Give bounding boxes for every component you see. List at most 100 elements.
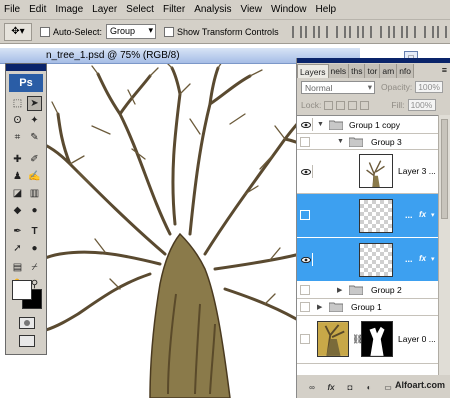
lasso-tool-icon[interactable]: ʘ: [10, 113, 25, 128]
menu-filter[interactable]: Filter: [163, 4, 185, 15]
align-hcenter-icon[interactable]: [348, 25, 359, 38]
collapse-triangle-icon[interactable]: ▶: [337, 286, 342, 294]
layer-row-selected-2[interactable]: ... fx ▾: [297, 238, 439, 282]
align-vcenter-icon[interactable]: [304, 25, 315, 38]
visibility-toggle[interactable]: [300, 137, 310, 147]
menu-analysis[interactable]: Analysis: [194, 4, 231, 15]
blur-tool-icon[interactable]: ◆: [10, 203, 25, 218]
auto-select-dropdown[interactable]: Group: [106, 24, 157, 39]
visibility-toggle[interactable]: [300, 334, 310, 344]
scrollbar-thumb[interactable]: [441, 119, 448, 219]
collapse-triangle-icon[interactable]: ▶: [317, 303, 322, 311]
menu-file[interactable]: File: [4, 4, 20, 15]
align-bottom-icon[interactable]: [317, 25, 328, 38]
align-left-icon[interactable]: [335, 25, 346, 38]
tools-palette-titlebar[interactable]: [6, 64, 46, 71]
link-layers-icon[interactable]: ∞: [305, 381, 319, 393]
layer-row-group-1-copy[interactable]: ▼ Group 1 copy: [297, 116, 439, 134]
fx-icon[interactable]: fx: [419, 254, 426, 263]
layers-scrollbar[interactable]: [438, 115, 450, 375]
menu-help[interactable]: Help: [316, 4, 337, 15]
fill-field[interactable]: 100%: [407, 99, 436, 111]
auto-select-checkbox[interactable]: [40, 26, 50, 37]
layer-row-layer-0[interactable]: ⛓ Layer 0 ...: [297, 316, 439, 364]
lock-pixels-icon[interactable]: [336, 100, 346, 110]
clone-stamp-tool-icon[interactable]: ♟: [10, 169, 25, 184]
shape-tool-icon[interactable]: ●: [27, 241, 42, 256]
layer-row-group-3[interactable]: ▼ Group 3: [297, 134, 439, 150]
notes-tool-icon[interactable]: ▤: [10, 260, 25, 275]
expand-effects-icon[interactable]: ▾: [431, 211, 435, 219]
path-selection-tool-icon[interactable]: ➚: [10, 241, 25, 256]
visibility-toggle[interactable]: [300, 210, 310, 220]
add-style-icon[interactable]: fx: [324, 381, 338, 393]
layer-row-layer-3[interactable]: Layer 3 ...: [297, 150, 439, 194]
history-brush-tool-icon[interactable]: ✍: [27, 169, 42, 184]
tab-paths[interactable]: ths: [349, 64, 366, 78]
expand-triangle-icon[interactable]: ▼: [337, 138, 344, 145]
healing-brush-tool-icon[interactable]: ✚: [10, 152, 25, 167]
layer-name: Layer 0 ...: [398, 334, 436, 344]
tab-layers[interactable]: Layers: [297, 64, 329, 78]
lock-position-icon[interactable]: [348, 100, 358, 110]
tab-navigator[interactable]: tor: [365, 64, 381, 78]
menu-edit[interactable]: Edit: [29, 4, 46, 15]
distribute-top-icon[interactable]: [379, 25, 390, 38]
menu-select[interactable]: Select: [126, 4, 154, 15]
quick-mask-icon[interactable]: [19, 317, 35, 329]
menu-view[interactable]: View: [240, 4, 262, 15]
dodge-tool-icon[interactable]: ●: [27, 203, 42, 218]
brush-tool-icon[interactable]: ✐: [27, 152, 42, 167]
visibility-toggle[interactable]: [300, 302, 310, 312]
expand-effects-icon[interactable]: ▾: [431, 255, 435, 263]
move-tool-icon[interactable]: ➤: [27, 96, 42, 111]
pen-tool-icon[interactable]: ✒: [10, 224, 25, 239]
tab-info[interactable]: nfo: [397, 64, 415, 78]
expand-triangle-icon[interactable]: ▼: [317, 121, 324, 128]
adjustment-layer-icon[interactable]: ◐: [362, 381, 376, 393]
layer-row-group-2[interactable]: ▶ Group 2: [297, 282, 439, 299]
layer-row-selected-1[interactable]: ... fx ▾: [297, 194, 439, 238]
type-tool-icon[interactable]: T: [27, 224, 42, 239]
gradient-tool-icon[interactable]: ▥: [27, 186, 42, 201]
eyedropper-tool-icon[interactable]: ✎: [27, 130, 42, 145]
layer-name: Group 1: [351, 302, 382, 312]
lock-all-icon[interactable]: [360, 100, 370, 110]
eyedropper-sample-icon[interactable]: ⌿: [27, 260, 42, 275]
visibility-eye-icon[interactable]: [299, 165, 313, 178]
menu-image[interactable]: Image: [55, 4, 83, 15]
layer-name: Group 2: [371, 285, 402, 295]
distribute-hcenter-icon[interactable]: [436, 25, 447, 38]
lock-transparency-icon[interactable]: [324, 100, 334, 110]
distribute-vcenter-icon[interactable]: [392, 25, 403, 38]
tab-histogram[interactable]: am: [380, 64, 398, 78]
tool-preset-picker[interactable]: ✥▾: [4, 22, 32, 41]
tab-channels[interactable]: nels: [328, 64, 350, 78]
magic-wand-tool-icon[interactable]: ✦: [27, 113, 42, 128]
distribute-left-icon[interactable]: [423, 25, 434, 38]
visibility-toggle[interactable]: [300, 285, 310, 295]
layer-row-group-1[interactable]: ▶ Group 1: [297, 299, 439, 316]
new-group-icon[interactable]: ▭: [381, 381, 395, 393]
screen-mode-icon[interactable]: [19, 335, 35, 347]
align-right-icon[interactable]: [361, 25, 372, 38]
add-mask-icon[interactable]: ◘: [343, 381, 357, 393]
visibility-eye-icon[interactable]: [299, 253, 313, 266]
foreground-color-swatch[interactable]: [12, 280, 32, 300]
fx-icon[interactable]: fx: [419, 210, 426, 219]
menu-window[interactable]: Window: [271, 4, 307, 15]
eraser-tool-icon[interactable]: ◪: [10, 186, 25, 201]
menu-layer[interactable]: Layer: [92, 4, 117, 15]
layer-name: ...: [405, 254, 413, 264]
distribute-bottom-icon[interactable]: [405, 25, 416, 38]
show-transform-checkbox[interactable]: [164, 26, 175, 37]
tree-trunk: [149, 232, 231, 398]
layers-panel-titlebar[interactable]: [297, 58, 450, 63]
crop-tool-icon[interactable]: ⌗: [10, 130, 25, 145]
marquee-tool-icon[interactable]: ⬚: [10, 96, 25, 111]
panel-menu-icon[interactable]: ≡: [442, 65, 447, 75]
visibility-eye-icon[interactable]: [299, 118, 313, 131]
blend-mode-select[interactable]: Normal: [301, 80, 375, 94]
opacity-field[interactable]: 100%: [415, 81, 444, 93]
align-top-icon[interactable]: [291, 25, 302, 38]
